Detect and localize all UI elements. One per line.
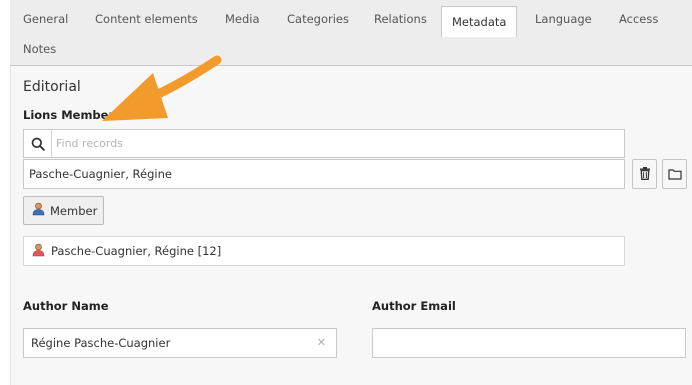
find-records-field (23, 129, 625, 158)
trash-icon (639, 165, 651, 184)
section-title: Editorial (23, 79, 81, 95)
author-email-label: Author Email (372, 299, 456, 313)
tab-language[interactable]: Language (535, 6, 592, 33)
tab-content-elements[interactable]: Content elements (95, 6, 198, 33)
tab-access[interactable]: Access (619, 6, 658, 33)
tab-metadata[interactable]: Metadata (441, 6, 518, 37)
clear-icon[interactable]: ✕ (317, 329, 326, 357)
delete-record-button[interactable] (632, 159, 657, 189)
tab-general[interactable]: General (23, 6, 68, 33)
lions-member-label: Lions Member: (23, 108, 119, 122)
selected-records-list[interactable]: Pasche-Cuagnier, Régine (23, 159, 625, 189)
search-icon[interactable] (24, 130, 52, 157)
tab-notes[interactable]: Notes (23, 36, 56, 63)
user-icon (32, 202, 45, 219)
related-record-item[interactable]: Pasche-Cuagnier, Régine [12] (23, 236, 625, 266)
folder-icon (667, 165, 682, 184)
author-name-label: Author Name (23, 299, 109, 313)
find-records-input[interactable] (56, 134, 616, 153)
related-record-label: Pasche-Cuagnier, Régine [12] (51, 244, 222, 258)
tab-relations[interactable]: Relations (374, 6, 427, 33)
tab-categories[interactable]: Categories (287, 6, 349, 33)
tab-media[interactable]: Media (225, 6, 260, 33)
author-name-value: Régine Pasche-Cuagnier (31, 336, 171, 350)
author-email-field[interactable] (372, 328, 686, 358)
member-button-label: Member (50, 203, 98, 218)
browse-records-button[interactable] (662, 159, 687, 189)
add-member-button[interactable]: Member (23, 196, 104, 225)
author-name-field[interactable]: Régine Pasche-Cuagnier ✕ (23, 328, 337, 358)
tab-bar: General Content elements Media Categorie… (10, 0, 692, 66)
user-icon (32, 243, 45, 260)
